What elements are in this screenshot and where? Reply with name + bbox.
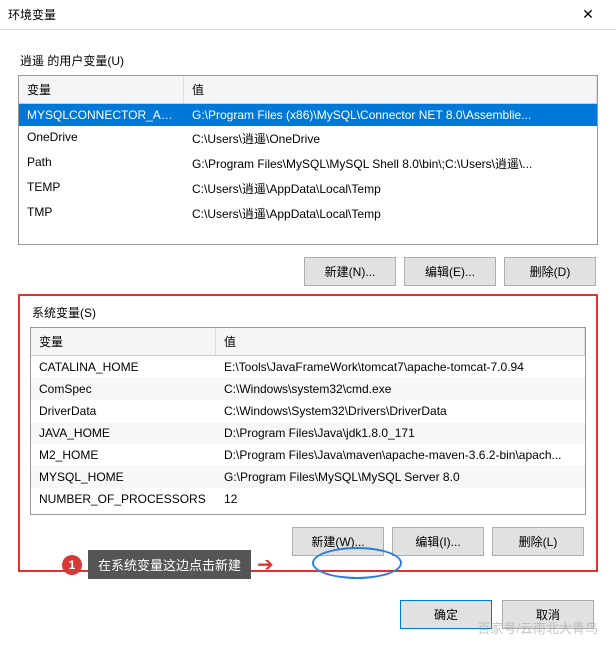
- col-header-value[interactable]: 值: [216, 328, 585, 355]
- sys-vars-label: 系统变量(S): [32, 304, 586, 321]
- cell-value: C:\Windows\system32\cmd.exe: [216, 378, 585, 400]
- cancel-button[interactable]: 取消: [502, 600, 594, 629]
- table-row[interactable]: TMPC:\Users\逍遥\AppData\Local\Temp: [19, 201, 597, 226]
- table-row[interactable]: MYSQL_HOMEG:\Program Files\MySQL\MySQL S…: [31, 466, 585, 488]
- cell-value: C:\Users\逍遥\AppData\Local\Temp: [184, 176, 597, 201]
- cell-name: TMP: [19, 201, 184, 226]
- cell-name: Path: [19, 151, 184, 176]
- cell-value: D:\Program Files\Java\jdk1.8.0_171: [216, 422, 585, 444]
- cell-name: MYSQL_HOME: [31, 466, 216, 488]
- col-header-value[interactable]: 值: [184, 76, 597, 103]
- cell-name: CATALINA_HOME: [31, 356, 216, 378]
- cell-name: DriverData: [31, 400, 216, 422]
- sys-vars-table: 变量 值 CATALINA_HOMEE:\Tools\JavaFrameWork…: [30, 327, 586, 515]
- cell-value: E:\Tools\JavaFrameWork\tomcat7\apache-to…: [216, 356, 585, 378]
- cell-name: OneDrive: [19, 126, 184, 151]
- table-row[interactable]: TEMPC:\Users\逍遥\AppData\Local\Temp: [19, 176, 597, 201]
- sys-edit-button[interactable]: 编辑(I)...: [392, 527, 484, 556]
- table-row[interactable]: PathG:\Program Files\MySQL\MySQL Shell 8…: [19, 151, 597, 176]
- cell-value: C:\Windows\System32\Drivers\DriverData: [216, 400, 585, 422]
- table-row[interactable]: CATALINA_HOMEE:\Tools\JavaFrameWork\tomc…: [31, 356, 585, 378]
- sys-delete-button[interactable]: 删除(L): [492, 527, 584, 556]
- table-row[interactable]: MYSQLCONNECTOR_ASS...G:\Program Files (x…: [19, 104, 597, 126]
- annotation-callout: 1 在系统变量这边点击新建 ➔: [62, 550, 274, 579]
- arrow-right-icon: ➔: [257, 552, 274, 577]
- table-row[interactable]: ComSpecC:\Windows\system32\cmd.exe: [31, 378, 585, 400]
- user-new-button[interactable]: 新建(N)...: [304, 257, 396, 286]
- annotation-text: 在系统变量这边点击新建: [88, 550, 251, 579]
- cell-name: TEMP: [19, 176, 184, 201]
- cell-value: G:\Program Files\MySQL\MySQL Server 8.0: [216, 466, 585, 488]
- sys-new-button[interactable]: 新建(W)...: [292, 527, 384, 556]
- table-row[interactable]: M2_HOMED:\Program Files\Java\maven\apach…: [31, 444, 585, 466]
- cell-name: NUMBER_OF_PROCESSORS: [31, 488, 216, 510]
- user-vars-table: 变量 值 MYSQLCONNECTOR_ASS...G:\Program Fil…: [18, 75, 598, 245]
- user-vars-label: 逍遥 的用户变量(U): [20, 52, 598, 69]
- col-header-name[interactable]: 变量: [19, 76, 184, 103]
- ok-button[interactable]: 确定: [400, 600, 492, 629]
- user-delete-button[interactable]: 删除(D): [504, 257, 596, 286]
- cell-name: M2_HOME: [31, 444, 216, 466]
- cell-value: G:\Program Files (x86)\MySQL\Connector N…: [184, 104, 597, 126]
- cell-value: C:\Users\逍遥\AppData\Local\Temp: [184, 201, 597, 226]
- table-row[interactable]: JAVA_HOMED:\Program Files\Java\jdk1.8.0_…: [31, 422, 585, 444]
- cell-value: D:\Program Files\Java\maven\apache-maven…: [216, 444, 585, 466]
- col-header-name[interactable]: 变量: [31, 328, 216, 355]
- table-row[interactable]: OneDriveC:\Users\逍遥\OneDrive: [19, 126, 597, 151]
- user-edit-button[interactable]: 编辑(E)...: [404, 257, 496, 286]
- cell-name: ComSpec: [31, 378, 216, 400]
- cell-value: C:\Users\逍遥\OneDrive: [184, 126, 597, 151]
- table-row[interactable]: NUMBER_OF_PROCESSORS12: [31, 488, 585, 510]
- window-title: 环境变量: [8, 6, 568, 23]
- cell-name: JAVA_HOME: [31, 422, 216, 444]
- cell-value: G:\Program Files\MySQL\MySQL Shell 8.0\b…: [184, 151, 597, 176]
- cell-name: MYSQLCONNECTOR_ASS...: [19, 104, 184, 126]
- cell-value: 12: [216, 488, 585, 510]
- annotation-badge: 1: [62, 555, 82, 575]
- close-button[interactable]: ✕: [568, 1, 608, 29]
- table-row[interactable]: DriverDataC:\Windows\System32\Drivers\Dr…: [31, 400, 585, 422]
- close-icon: ✕: [582, 6, 594, 23]
